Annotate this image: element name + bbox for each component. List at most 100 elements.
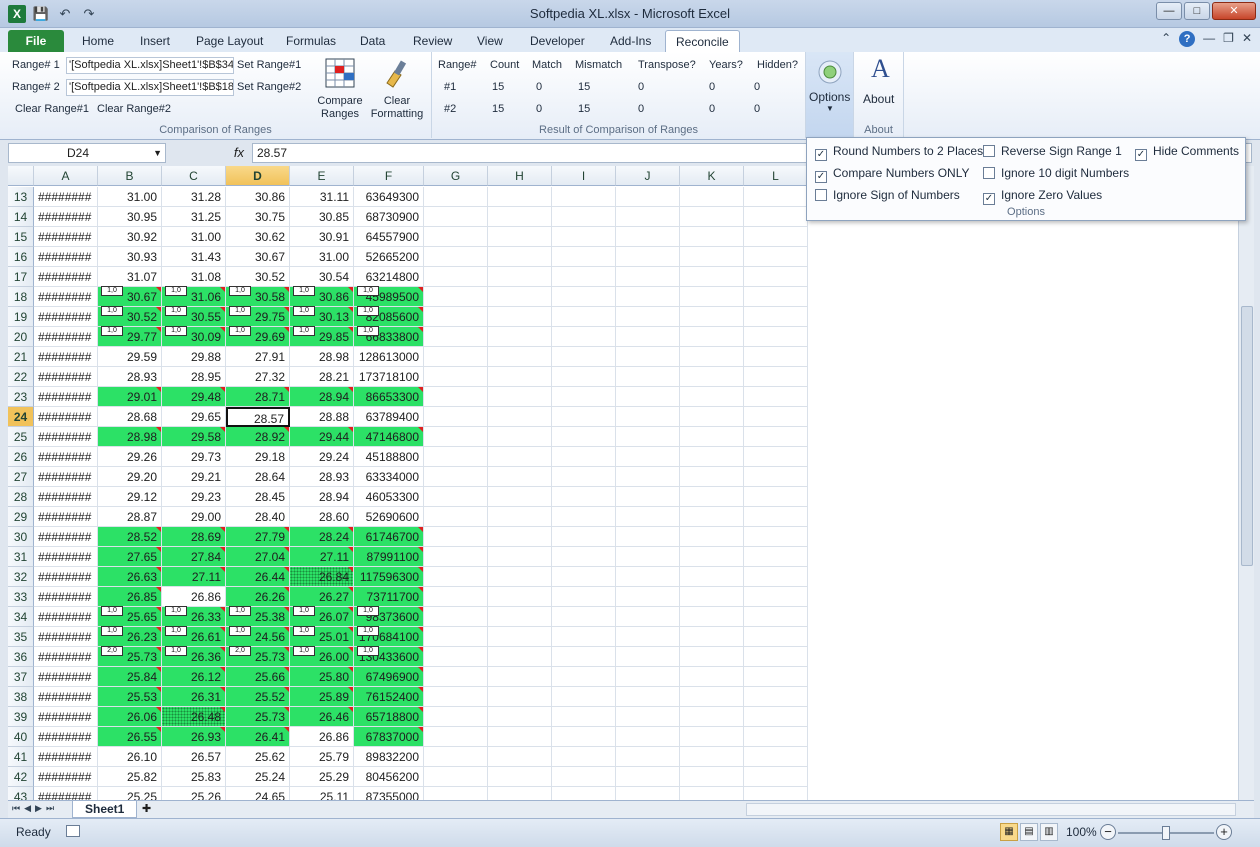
cell-c-43[interactable]: 25.26 bbox=[162, 787, 226, 800]
column-header-h[interactable]: H bbox=[488, 166, 552, 186]
empty-cell[interactable] bbox=[552, 787, 616, 800]
empty-cell[interactable] bbox=[552, 707, 616, 727]
cell-f-32[interactable]: 117596300 bbox=[354, 567, 424, 587]
cell-a-23[interactable]: ######## bbox=[34, 387, 98, 407]
cell-e-15[interactable]: 30.91 bbox=[290, 227, 354, 247]
cell-d-37[interactable]: 25.66 bbox=[226, 667, 290, 687]
cell-b-42[interactable]: 25.82 bbox=[98, 767, 162, 787]
row-header[interactable]: 29 bbox=[8, 507, 34, 527]
cell-b-14[interactable]: 30.95 bbox=[98, 207, 162, 227]
empty-cell[interactable] bbox=[616, 707, 680, 727]
empty-cell[interactable] bbox=[488, 547, 552, 567]
cell-b-27[interactable]: 29.20 bbox=[98, 467, 162, 487]
cell-c-40[interactable]: 26.93 bbox=[162, 727, 226, 747]
empty-cell[interactable] bbox=[680, 287, 744, 307]
empty-cell[interactable] bbox=[424, 607, 488, 627]
vertical-scrollbar[interactable] bbox=[1238, 166, 1254, 800]
clear-formatting-button[interactable]: Clear Formatting bbox=[370, 57, 424, 121]
fx-icon[interactable]: fx bbox=[170, 143, 250, 163]
cell-b-17[interactable]: 31.07 bbox=[98, 267, 162, 287]
tab-insert[interactable]: Insert bbox=[130, 30, 180, 52]
empty-cell[interactable] bbox=[552, 607, 616, 627]
empty-cell[interactable] bbox=[616, 347, 680, 367]
cell-c-24[interactable]: 29.65 bbox=[162, 407, 226, 427]
cell-b-22[interactable]: 28.93 bbox=[98, 367, 162, 387]
cell-e-16[interactable]: 31.00 bbox=[290, 247, 354, 267]
workbook-restore-icon[interactable]: ❐ bbox=[1223, 31, 1234, 47]
empty-cell[interactable] bbox=[744, 347, 808, 367]
empty-cell[interactable] bbox=[744, 447, 808, 467]
empty-cell[interactable] bbox=[424, 567, 488, 587]
tab-review[interactable]: Review bbox=[403, 30, 462, 52]
cell-b-23[interactable]: 29.01 bbox=[98, 387, 162, 407]
cell-c-16[interactable]: 31.43 bbox=[162, 247, 226, 267]
cell-b-30[interactable]: 28.52 bbox=[98, 527, 162, 547]
empty-cell[interactable] bbox=[424, 467, 488, 487]
cell-f-17[interactable]: 63214800 bbox=[354, 267, 424, 287]
empty-cell[interactable] bbox=[424, 227, 488, 247]
tab-home[interactable]: Home bbox=[72, 30, 124, 52]
maximize-button[interactable]: □ bbox=[1184, 2, 1210, 20]
cell-c-15[interactable]: 31.00 bbox=[162, 227, 226, 247]
column-header-l[interactable]: L bbox=[744, 166, 808, 186]
empty-cell[interactable] bbox=[616, 367, 680, 387]
cell-a-17[interactable]: ######## bbox=[34, 267, 98, 287]
empty-cell[interactable] bbox=[552, 507, 616, 527]
empty-cell[interactable] bbox=[488, 327, 552, 347]
cell-d-23[interactable]: 28.71 bbox=[226, 387, 290, 407]
empty-cell[interactable] bbox=[424, 427, 488, 447]
empty-cell[interactable] bbox=[552, 667, 616, 687]
cell-b-43[interactable]: 25.25 bbox=[98, 787, 162, 800]
row-header[interactable]: 38 bbox=[8, 687, 34, 707]
comment-note[interactable]: 1,0 bbox=[101, 606, 123, 616]
cell-a-42[interactable]: ######## bbox=[34, 767, 98, 787]
row-header[interactable]: 31 bbox=[8, 547, 34, 567]
empty-cell[interactable] bbox=[744, 327, 808, 347]
zoom-in-button[interactable]: + bbox=[1216, 824, 1232, 840]
cell-f-38[interactable]: 76152400 bbox=[354, 687, 424, 707]
cell-a-29[interactable]: ######## bbox=[34, 507, 98, 527]
tab-view[interactable]: View bbox=[467, 30, 513, 52]
cell-a-32[interactable]: ######## bbox=[34, 567, 98, 587]
cell-f-33[interactable]: 73711700 bbox=[354, 587, 424, 607]
empty-cell[interactable] bbox=[616, 387, 680, 407]
checkbox-reverse-sign[interactable] bbox=[983, 145, 995, 157]
cell-a-37[interactable]: ######## bbox=[34, 667, 98, 687]
column-header-g[interactable]: G bbox=[424, 166, 488, 186]
empty-cell[interactable] bbox=[616, 247, 680, 267]
empty-cell[interactable] bbox=[616, 187, 680, 207]
page-break-view-button[interactable]: ▥ bbox=[1040, 823, 1058, 841]
empty-cell[interactable] bbox=[488, 367, 552, 387]
row-header[interactable]: 32 bbox=[8, 567, 34, 587]
cell-e-30[interactable]: 28.24 bbox=[290, 527, 354, 547]
cell-e-37[interactable]: 25.80 bbox=[290, 667, 354, 687]
cell-c-29[interactable]: 29.00 bbox=[162, 507, 226, 527]
checkbox-ignore-10-digit[interactable] bbox=[983, 167, 995, 179]
empty-cell[interactable] bbox=[552, 427, 616, 447]
cell-e-29[interactable]: 28.60 bbox=[290, 507, 354, 527]
cell-d-39[interactable]: 25.73 bbox=[226, 707, 290, 727]
empty-cell[interactable] bbox=[744, 507, 808, 527]
empty-cell[interactable] bbox=[680, 407, 744, 427]
cell-a-38[interactable]: ######## bbox=[34, 687, 98, 707]
cell-e-25[interactable]: 29.44 bbox=[290, 427, 354, 447]
comment-note[interactable]: 1,0 bbox=[229, 606, 251, 616]
cell-a-16[interactable]: ######## bbox=[34, 247, 98, 267]
empty-cell[interactable] bbox=[488, 207, 552, 227]
empty-cell[interactable] bbox=[744, 467, 808, 487]
row-header[interactable]: 13 bbox=[8, 187, 34, 207]
cell-a-20[interactable]: ######## bbox=[34, 327, 98, 347]
cell-a-39[interactable]: ######## bbox=[34, 707, 98, 727]
option-ignore-sign[interactable]: Ignore Sign of Numbers bbox=[815, 188, 960, 202]
empty-cell[interactable] bbox=[744, 207, 808, 227]
empty-cell[interactable] bbox=[680, 787, 744, 800]
cell-e-32[interactable]: 26.84 bbox=[290, 567, 354, 587]
empty-cell[interactable] bbox=[616, 287, 680, 307]
empty-cell[interactable] bbox=[616, 547, 680, 567]
empty-cell[interactable] bbox=[488, 747, 552, 767]
cell-d-30[interactable]: 27.79 bbox=[226, 527, 290, 547]
cell-b-37[interactable]: 25.84 bbox=[98, 667, 162, 687]
option-compare-numbers-only[interactable]: ✓ Compare Numbers ONLY bbox=[815, 166, 970, 183]
row-header[interactable]: 28 bbox=[8, 487, 34, 507]
comment-note[interactable]: 1,0 bbox=[293, 306, 315, 316]
